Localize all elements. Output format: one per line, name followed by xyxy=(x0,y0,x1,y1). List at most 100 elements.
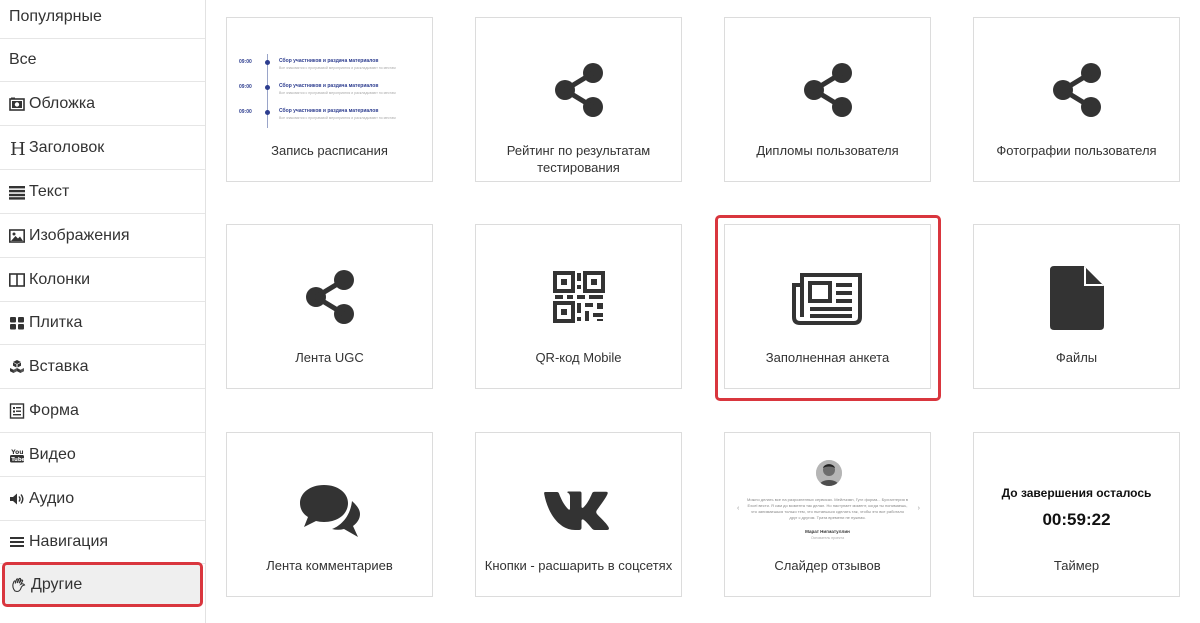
speaker-icon xyxy=(9,491,25,507)
sidebar-item-columns[interactable]: Колонки xyxy=(0,259,205,302)
tile-reviews-slider[interactable]: ‹ › Можно делать все на разрозненных сер… xyxy=(724,432,931,597)
sidebar-item-embed[interactable]: Вставка xyxy=(0,346,205,389)
timeline-dot xyxy=(265,110,270,115)
sidebar-item-other[interactable]: Другие xyxy=(2,562,203,607)
avatar xyxy=(816,460,842,486)
sidebar-item-label: Текст xyxy=(29,183,70,200)
sidebar-item-label: Колонки xyxy=(29,271,91,288)
image-icon xyxy=(9,228,25,244)
review-author: Марат Нигматуллин xyxy=(805,529,850,534)
camera-icon xyxy=(9,96,25,112)
schedule-title: Сбор участников и раздача материалов xyxy=(279,58,379,64)
schedule-desc: Все знакомятся с программой мероприятия … xyxy=(279,116,396,120)
schedule-desc: Все знакомятся с программой мероприятия … xyxy=(279,66,396,70)
timer-title: До завершения осталось xyxy=(1001,486,1152,500)
tile-test-rating[interactable]: Рейтинг по результатам тестирования xyxy=(475,17,682,182)
schedule-title: Сбор участников и раздача материалов xyxy=(279,108,379,114)
review-role: Основатель проекта xyxy=(810,536,845,540)
sidebar-item-audio[interactable]: Аудио xyxy=(0,478,205,521)
heading-icon: H xyxy=(9,140,25,156)
sidebar-item-label: Изображения xyxy=(29,227,130,244)
chevron-right-icon: › xyxy=(917,505,920,512)
schedule-row: 09:00 Сбор участников и раздача материал… xyxy=(239,83,419,103)
sidebar-item-label: Аудио xyxy=(29,490,75,507)
share-icon xyxy=(974,60,1179,124)
hand-icon xyxy=(11,577,27,593)
tile-label: Файлы xyxy=(1055,350,1098,365)
sidebar-item-heading[interactable]: H Заголовок xyxy=(0,127,205,170)
sidebar-item-label: Вставка xyxy=(29,358,89,375)
svg-text:Tube: Tube xyxy=(11,457,25,463)
review-text: Можно делать все на разрозненных сервиса… xyxy=(747,497,908,520)
schedule-preview: 09:00 Сбор участников и раздача материал… xyxy=(239,54,419,134)
youtube-icon: You Tube xyxy=(9,447,25,463)
sidebar-item-popular[interactable]: Популярные xyxy=(0,0,205,39)
timeline-dot xyxy=(265,60,270,65)
tile-label: Слайдер отзывов xyxy=(774,558,881,573)
qr-code-icon xyxy=(476,267,681,331)
schedule-row: 09:00 Сбор участников и раздача материал… xyxy=(239,108,419,128)
sidebar-item-images[interactable]: Изображения xyxy=(0,215,205,258)
svg-text:H: H xyxy=(10,140,25,156)
columns-icon xyxy=(9,272,25,288)
sidebar-item-label: Видео xyxy=(29,446,76,463)
comments-icon xyxy=(227,475,432,539)
cubes-icon xyxy=(9,359,25,375)
schedule-title: Сбор участников и раздача материалов xyxy=(279,83,379,89)
schedule-desc: Все знакомятся с программой мероприятия … xyxy=(279,91,396,95)
tile-label: Заполненная анкета xyxy=(765,350,890,365)
svg-text:You: You xyxy=(10,449,23,456)
sidebar-item-video[interactable]: You Tube Видео xyxy=(0,434,205,477)
tile-label: Дипломы пользователя xyxy=(756,143,899,158)
tile-files[interactable]: Файлы xyxy=(973,224,1180,389)
tile-schedule[interactable]: 09:00 Сбор участников и раздача материал… xyxy=(226,17,433,182)
tile-qr-code[interactable]: QR-код Mobile xyxy=(475,224,682,389)
sidebar-item-text[interactable]: Текст xyxy=(0,171,205,214)
sidebar-item-form[interactable]: Форма xyxy=(0,390,205,433)
chevron-left-icon: ‹ xyxy=(737,505,740,512)
sidebar-item-label: Плитка xyxy=(29,314,83,331)
timeline-dot xyxy=(265,85,270,90)
tile-timer[interactable]: До завершения осталось 00:59:22 Таймер xyxy=(973,432,1180,597)
schedule-time: 09:00 xyxy=(239,84,252,90)
tiles-icon xyxy=(9,315,25,331)
tile-ugc-feed[interactable]: Лента UGC xyxy=(226,224,433,389)
tile-label: QR-код Mobile xyxy=(535,350,622,365)
newspaper-icon xyxy=(725,267,930,331)
sidebar-item-label: Заголовок xyxy=(29,139,105,156)
tile-comments-feed[interactable]: Лента комментариев xyxy=(226,432,433,597)
tile-label: Лента комментариев xyxy=(266,558,393,573)
tile-share-buttons[interactable]: Кнопки - расшарить в соцсетях xyxy=(475,432,682,597)
schedule-time: 09:00 xyxy=(239,59,252,65)
tile-filled-form[interactable]: Заполненная анкета xyxy=(724,224,931,389)
tile-label: Кнопки - расшарить в соцсетях xyxy=(484,558,673,573)
share-icon xyxy=(227,267,432,331)
form-icon xyxy=(9,403,25,419)
schedule-time: 09:00 xyxy=(239,109,252,115)
sidebar: Популярные Все Обложка H Заголовок Текст… xyxy=(0,0,206,623)
vk-icon xyxy=(476,475,681,539)
tile-label: Таймер xyxy=(1053,558,1100,573)
sidebar-item-all[interactable]: Все xyxy=(0,39,205,82)
sidebar-item-label: Все xyxy=(9,51,37,68)
sidebar-item-label: Другие xyxy=(31,575,83,593)
schedule-row: 09:00 Сбор участников и раздача материал… xyxy=(239,58,419,78)
sidebar-item-label: Обложка xyxy=(29,95,96,112)
reviews-preview: ‹ › Можно делать все на разрозненных сер… xyxy=(725,433,930,558)
timer-value: 00:59:22 xyxy=(1042,510,1111,529)
sidebar-item-cover[interactable]: Обложка xyxy=(0,83,205,126)
sidebar-item-tiles[interactable]: Плитка xyxy=(0,302,205,345)
menu-icon xyxy=(9,534,25,550)
sidebar-item-navigation[interactable]: Навигация xyxy=(0,521,205,564)
sidebar-item-label: Навигация xyxy=(29,533,109,550)
sidebar-item-label: Форма xyxy=(29,402,79,419)
tile-user-photos[interactable]: Фотографии пользователя xyxy=(973,17,1180,182)
share-icon xyxy=(725,60,930,124)
share-icon xyxy=(476,60,681,124)
tile-label: Фотографии пользователя xyxy=(996,143,1157,158)
tile-user-diplomas[interactable]: Дипломы пользователя xyxy=(724,17,931,182)
text-lines-icon xyxy=(9,184,25,200)
file-icon xyxy=(974,266,1179,331)
sidebar-item-label: Популярные xyxy=(9,8,102,25)
tile-label: Запись расписания xyxy=(271,143,388,158)
